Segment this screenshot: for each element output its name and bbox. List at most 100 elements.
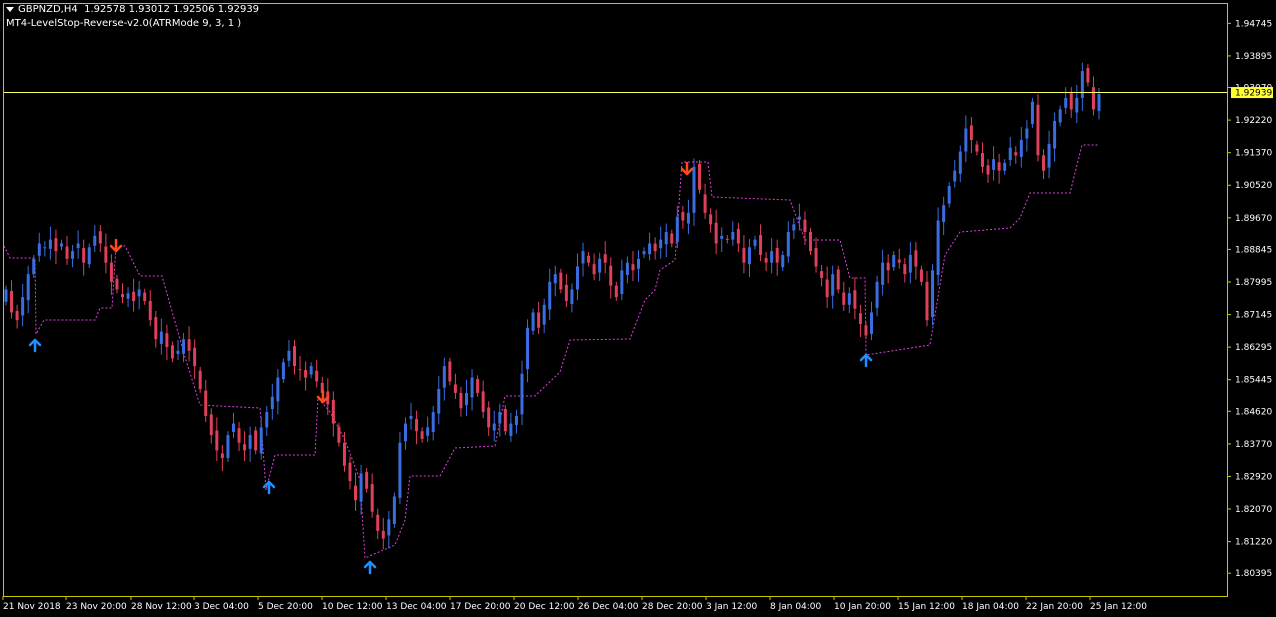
candle-body <box>526 327 530 370</box>
candle-body <box>498 412 502 424</box>
candle-body <box>875 281 879 308</box>
candle-body <box>26 274 30 301</box>
candle-body <box>426 427 430 436</box>
candle-body <box>980 153 984 167</box>
collapse-triangle-icon[interactable] <box>6 6 14 12</box>
indicator-label: MT4-LevelStop-Reverse-v2.0(ATRMode 9, 3,… <box>6 18 242 29</box>
candle-body <box>659 239 663 249</box>
price-tick-label: 1.86295 <box>1235 343 1272 353</box>
candle-body <box>115 278 119 290</box>
candle-body <box>975 144 979 152</box>
candle-body <box>847 293 851 305</box>
time-tick-label: 26 Dec 04:00 <box>578 602 639 612</box>
candle-body <box>609 265 613 286</box>
candle-body <box>1025 128 1029 139</box>
candle-body <box>226 435 230 459</box>
price-tick-label: 1.93895 <box>1235 52 1272 62</box>
candle-body <box>276 377 280 402</box>
candle-body <box>664 231 668 245</box>
candle-body <box>154 317 158 340</box>
candle-body <box>625 262 629 275</box>
price-tick-label: 1.90520 <box>1235 181 1272 191</box>
price-tick-label: 1.92220 <box>1235 116 1272 126</box>
candle-body <box>803 219 807 232</box>
price-tick-label: 1.85445 <box>1235 376 1272 386</box>
buy-arrow-icon <box>859 353 873 368</box>
candle-body <box>631 264 635 271</box>
candle-body <box>481 391 485 413</box>
candle-body <box>692 166 696 213</box>
candle-body <box>281 362 285 380</box>
price-tick-label: 1.87995 <box>1235 278 1272 288</box>
candle-body <box>71 251 75 259</box>
candle-body <box>753 239 757 246</box>
candle-body <box>331 399 335 424</box>
candle-body <box>304 369 308 378</box>
candle-body <box>59 243 63 247</box>
candle-body <box>964 128 968 152</box>
time-tick-label: 10 Jan 20:00 <box>834 602 891 612</box>
candle-body <box>842 292 846 305</box>
candle-body <box>986 165 990 175</box>
candle-body <box>87 247 91 265</box>
candle-body <box>1064 97 1068 108</box>
price-chart[interactable]: 1.947451.938951.930701.922201.913701.905… <box>0 0 1276 617</box>
symbol-header: GBPNZD,H4 1.92578 1.93012 1.92506 1.9293… <box>6 4 259 15</box>
candle-body <box>348 462 352 482</box>
candle-body <box>409 415 413 419</box>
candle-body <box>531 312 535 331</box>
candle-body <box>293 346 297 367</box>
price-tick-label: 1.91370 <box>1235 149 1272 159</box>
buy-arrow-icon <box>262 480 276 495</box>
candle-body <box>176 350 180 354</box>
candle-body <box>808 231 812 252</box>
candle-body <box>76 243 80 249</box>
candle-body <box>853 290 857 309</box>
candle-body <box>1042 155 1046 171</box>
candle-body <box>814 248 818 267</box>
candle-body <box>1053 120 1057 149</box>
candle-body <box>193 347 197 367</box>
candle-body <box>592 264 596 275</box>
candle-body <box>109 262 113 282</box>
time-tick-label: 25 Jan 12:00 <box>1090 602 1147 612</box>
buy-arrow-icon <box>363 560 377 575</box>
candle-body <box>220 453 224 459</box>
candle-body <box>121 294 125 298</box>
candle-body <box>720 235 724 239</box>
time-tick-label: 3 Dec 04:00 <box>194 602 249 612</box>
candle-body <box>182 339 186 354</box>
candle-body <box>614 285 618 298</box>
candle-body <box>1058 109 1062 123</box>
candle-body <box>231 423 235 433</box>
candle-body <box>575 266 579 290</box>
levelstop-dotted-path <box>3 144 1098 559</box>
time-tick-label: 13 Dec 04:00 <box>386 602 447 612</box>
candle-body <box>159 331 163 344</box>
candle-body <box>931 270 935 318</box>
candle-body <box>1086 67 1090 83</box>
candle-body <box>603 254 607 263</box>
candle-body <box>265 412 269 428</box>
candle-body <box>215 430 219 451</box>
levelstop-line <box>3 144 1098 559</box>
candle-body <box>204 390 208 416</box>
candle-body <box>764 258 768 263</box>
price-tick-label: 1.83770 <box>1235 440 1272 450</box>
candle-body <box>1080 71 1084 98</box>
candle-body <box>448 361 452 382</box>
candle-body <box>315 370 319 382</box>
candle-body <box>248 435 252 449</box>
candle-body <box>476 379 480 393</box>
time-tick-label: 22 Jan 20:00 <box>1026 602 1083 612</box>
candle-body <box>825 279 829 298</box>
candle-body <box>381 530 385 539</box>
candle-body <box>48 239 52 249</box>
time-tick-label: 18 Jan 04:00 <box>962 602 1019 612</box>
price-tick-label: 1.88845 <box>1235 245 1272 255</box>
candle-body <box>98 231 102 244</box>
candle-body <box>1008 147 1012 160</box>
candle-body <box>725 238 729 240</box>
candle-body <box>470 377 474 398</box>
candle-body <box>514 415 518 426</box>
